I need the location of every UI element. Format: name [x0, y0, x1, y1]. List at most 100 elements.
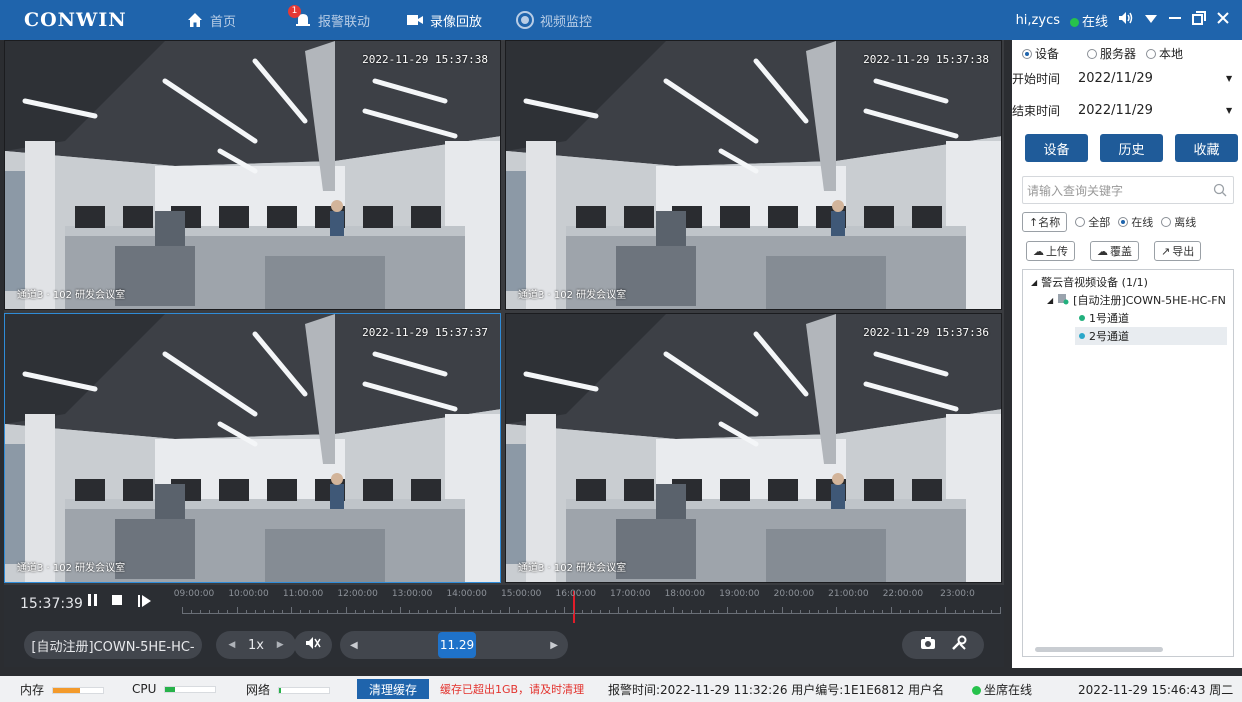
- tab-history[interactable]: 历史: [1100, 134, 1163, 162]
- tree-channel-label: 1号通道: [1089, 312, 1129, 325]
- current-time: 15:37:39: [20, 596, 83, 612]
- search-icon[interactable]: [1213, 183, 1227, 200]
- radio-unchecked-icon: [1146, 48, 1157, 59]
- seat-status: 坐席在线: [972, 681, 1032, 698]
- tree-channel-1[interactable]: 1号通道: [1079, 310, 1129, 326]
- tools-icon[interactable]: [951, 635, 967, 655]
- pause-icon[interactable]: [88, 594, 98, 610]
- timeline-tick: [200, 610, 202, 614]
- volume-icon[interactable]: [1118, 11, 1134, 29]
- nav-home-label: 首页: [210, 14, 237, 30]
- end-time-label: 结束时间: [1012, 103, 1061, 118]
- timeline-tick: [445, 610, 447, 614]
- tree-root[interactable]: ◢ 警云音视频设备 (1/1): [1031, 274, 1148, 290]
- search-input[interactable]: 请输入查询关键字: [1022, 176, 1234, 204]
- timeline-hour-label: 14:00:00: [446, 589, 487, 599]
- tree-horizontal-scrollbar[interactable]: [1035, 647, 1163, 652]
- timeline-tick: [472, 610, 474, 614]
- tree-device[interactable]: ◢ [自动注册]COWN-5HE-HC-FN: [1047, 292, 1226, 308]
- seat-online-dot-icon: [972, 685, 981, 695]
- restore-icon[interactable]: [1192, 11, 1206, 29]
- timeline-tick: [863, 610, 865, 614]
- video-frame-2: [506, 41, 1001, 309]
- timeline-tick: [672, 607, 674, 614]
- timeline-hour-label: 12:00:00: [337, 589, 378, 599]
- source-local-radio[interactable]: 本地: [1146, 45, 1183, 62]
- video-tile-2[interactable]: 2022-11-29 15:37:38 通道3 · 102 研发会议室: [505, 40, 1002, 310]
- timeline-tick: [936, 610, 938, 614]
- filter-offline-radio[interactable]: 离线: [1161, 214, 1196, 230]
- filter-online-radio[interactable]: 在线: [1118, 214, 1153, 230]
- video-tile-3[interactable]: 2022-11-29 15:37:37 通道3 · 102 研发会议室: [4, 313, 501, 583]
- speed-selector[interactable]: ◀ 1x ▶: [216, 631, 296, 659]
- source-server-radio[interactable]: 服务器: [1087, 45, 1136, 62]
- overwrite-button[interactable]: ☁ 覆盖: [1090, 241, 1139, 261]
- prev-date-icon[interactable]: ◀: [350, 640, 358, 651]
- timeline-tick: [872, 610, 874, 614]
- tab-favorites[interactable]: 收藏: [1175, 134, 1238, 162]
- timeline-tick: [454, 607, 456, 614]
- playback-controls: [自动注册]COWN-5HE-HC- ◀ 1x ▶ ◀ ▶ 11.29: [4, 625, 1004, 667]
- next-date-icon[interactable]: ▶: [550, 640, 558, 651]
- video-frame-3: [5, 314, 500, 582]
- nav-monitor[interactable]: 视频监控: [516, 0, 592, 40]
- chevron-down-icon[interactable]: ▼: [1226, 74, 1242, 83]
- nav-alarm[interactable]: 报警联动: [294, 0, 370, 40]
- filter-all-radio[interactable]: 全部: [1075, 214, 1110, 230]
- upload-button[interactable]: ☁ 上传: [1026, 241, 1075, 261]
- timeline-tick: [963, 610, 965, 614]
- timeline-tick: [836, 607, 838, 614]
- speed-down-icon[interactable]: ◀: [228, 640, 235, 650]
- chevron-down-icon[interactable]: ▼: [1226, 106, 1242, 115]
- expand-arrow-icon[interactable]: ◢: [1031, 278, 1037, 287]
- timeline-tick: [554, 610, 556, 614]
- timeline-tick: [990, 610, 992, 614]
- timeline-tick: [718, 610, 720, 614]
- radio-unchecked-icon: [1075, 217, 1086, 227]
- timeline-tick: [236, 607, 238, 614]
- timeline-scale[interactable]: 09:00:00 10:00:00 11:00:00 12:00:00 13:00:00…: [174, 589, 1001, 623]
- device-selector[interactable]: [自动注册]COWN-5HE-HC-: [24, 631, 202, 659]
- tree-channel-2[interactable]: 2号通道: [1075, 327, 1227, 345]
- snapshot-icon[interactable]: [920, 636, 936, 654]
- timeline-tick: [245, 610, 247, 614]
- nav-home[interactable]: 首页: [186, 0, 236, 40]
- alarm-info: 报警时间:2022-11-29 11:32:26 用户编号:1E1E6812 用…: [608, 682, 945, 697]
- speed-up-icon[interactable]: ▶: [277, 640, 284, 650]
- online-status-label: 在线: [1081, 14, 1108, 30]
- timeline-tick: [818, 610, 820, 614]
- memory-indicator: 内存: [20, 681, 104, 698]
- timeline-tick: [318, 610, 320, 614]
- timeline-tick: [736, 610, 738, 614]
- timeline-tick: [400, 607, 402, 614]
- timeline-tick: [854, 610, 856, 614]
- monitor-record-icon: [516, 11, 534, 29]
- start-time-field[interactable]: 开始时间 2022/11/29 ▼: [1012, 66, 1242, 90]
- stop-icon[interactable]: [112, 594, 123, 610]
- top-bar: CONWIN 首页 报警联动 1 录像回放 视频监控 hi,zycs 在线: [0, 0, 1242, 40]
- close-icon[interactable]: [1216, 11, 1230, 29]
- filter-all-label: 全部: [1088, 216, 1111, 229]
- export-button[interactable]: ↗ 导出: [1154, 241, 1202, 261]
- source-device-radio[interactable]: 设备: [1022, 45, 1059, 62]
- mute-button[interactable]: [294, 631, 332, 659]
- memory-meter: [51, 686, 104, 694]
- device-selector-label: [自动注册]COWN-5HE-HC-: [31, 639, 195, 655]
- step-forward-icon[interactable]: [138, 594, 152, 612]
- source-server-label: 服务器: [1100, 47, 1137, 61]
- expand-arrow-icon[interactable]: ◢: [1047, 296, 1053, 305]
- sort-by-name-button[interactable]: ↑名称: [1022, 212, 1068, 232]
- nav-playback[interactable]: 录像回放: [406, 0, 482, 40]
- cpu-meter: [164, 686, 217, 693]
- tab-device[interactable]: 设备: [1025, 134, 1088, 162]
- date-value[interactable]: 11.29: [438, 632, 476, 658]
- channel-online-icon: [1079, 333, 1085, 339]
- minimize-icon[interactable]: [1168, 11, 1182, 29]
- export-icon: ↗: [1161, 244, 1171, 258]
- end-time-field[interactable]: 结束时间 2022/11/29 ▼: [1012, 98, 1242, 122]
- dropdown-arrow-icon[interactable]: [1144, 13, 1158, 28]
- timeline-tick: [372, 610, 374, 614]
- video-tile-1[interactable]: 2022-11-29 15:37:38 通道3 · 102 研发会议室: [4, 40, 501, 310]
- clear-cache-button[interactable]: 清理缓存: [357, 679, 429, 699]
- video-tile-4[interactable]: 2022-11-29 15:37:36 通道3 · 102 研发会议室: [505, 313, 1002, 583]
